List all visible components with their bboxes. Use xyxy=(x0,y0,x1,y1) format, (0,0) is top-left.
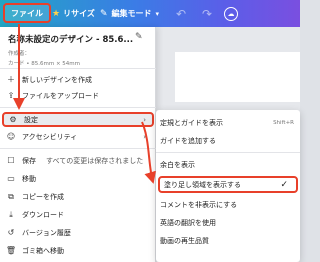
resize-label: リサイズ xyxy=(63,9,95,18)
save-status: すべての変更は保存されました xyxy=(46,156,144,165)
menu-item-label: 新しいデザインを作成 xyxy=(22,75,92,84)
menu-item-label: 保存 xyxy=(22,156,36,165)
copy-icon: ⧉ xyxy=(8,191,14,201)
menu-item-download[interactable]: ⤓ ダウンロード xyxy=(4,207,152,222)
chevron-right-icon: › xyxy=(143,132,146,141)
edit-mode-label: 編集モード xyxy=(111,9,152,18)
submenu-item-label: 塗り足し領域を表示する xyxy=(164,180,241,189)
submenu-item-label: ガイドを追加する xyxy=(160,136,216,145)
accessibility-icon: ☺ xyxy=(6,132,16,141)
menu-item-label: アクセシビリティ xyxy=(22,132,78,141)
author-label: 作成者： xyxy=(8,51,31,57)
trash-icon: 🗑 xyxy=(5,246,17,255)
menu-item-trash[interactable]: 🗑 ゴミ箱へ移動 xyxy=(4,243,152,258)
menu-item-create-new[interactable]: ＋ 新しいデザインを作成 xyxy=(4,72,152,87)
menu-item-label: ファイルをアップロード xyxy=(22,91,99,100)
submenu-item-margins[interactable]: 余白を表示 xyxy=(156,156,300,173)
menu-item-label: ダウンロード xyxy=(22,210,64,219)
submenu-item-hide-comments[interactable]: コメントを非表示にする xyxy=(156,196,300,213)
menu-item-accessibility[interactable]: ☺ アクセシビリティ › xyxy=(4,129,152,144)
settings-icon: ⚙ xyxy=(9,115,17,124)
menu-item-label: ゴミ箱へ移動 xyxy=(22,246,64,255)
download-icon: ⤓ xyxy=(9,209,13,219)
menu-item-upload[interactable]: ⇪ ファイルをアップロード xyxy=(4,88,152,103)
submenu-item-show-bleed[interactable]: 塗り足し領域を表示する ✓ xyxy=(158,176,298,193)
menu-item-copy[interactable]: ⧉ コピーを作成 xyxy=(4,189,152,204)
menu-item-label: バージョン履歴 xyxy=(22,228,71,237)
history-icon: ↺ xyxy=(7,228,15,237)
divider xyxy=(0,107,156,108)
cloud-check-icon: ☁ xyxy=(224,6,238,21)
top-toolbar: ファイル ★ リサイズ ✎ 編集モード ▾ ↶ ↷ ☁ xyxy=(0,0,300,27)
menu-item-label: 設定 xyxy=(24,115,38,124)
undo-icon[interactable]: ↶ xyxy=(176,0,186,27)
design-title[interactable]: 名称未設定のデザイン - 85.6... xyxy=(8,33,133,45)
settings-submenu: 定規とガイドを表示 Shift+R ガイドを追加する 余白を表示 塗り足し領域を… xyxy=(156,110,300,262)
menu-item-label: 移動 xyxy=(22,174,36,183)
folder-icon: ▭ xyxy=(7,174,15,183)
menu-item-settings[interactable]: ⚙ 設定 › xyxy=(2,112,154,127)
redo-icon[interactable]: ↷ xyxy=(202,0,212,27)
cloud-sync-icon[interactable]: ☁ xyxy=(224,0,238,27)
divider xyxy=(156,152,300,153)
resize-button[interactable]: ★ リサイズ xyxy=(52,0,95,27)
plus-icon: ＋ xyxy=(7,75,15,84)
submenu-item-label: コメントを非表示にする xyxy=(160,200,238,209)
file-menu-button[interactable]: ファイル xyxy=(3,3,51,23)
pencil-icon: ✎ xyxy=(100,8,108,19)
checkmark-icon: ✓ xyxy=(280,179,288,190)
design-dimensions: カード • 85.6mm × 54mm xyxy=(8,61,81,67)
divider xyxy=(0,68,156,69)
menu-item-label: コピーを作成 xyxy=(22,192,64,201)
submenu-item-english-translation[interactable]: 英語の翻訳を使用 xyxy=(156,214,300,231)
edit-mode-dropdown[interactable]: ✎ 編集モード ▾ xyxy=(100,0,159,27)
keyboard-shortcut: Shift+R xyxy=(273,119,294,126)
menu-item-version-history[interactable]: ↺ バージョン履歴 xyxy=(4,225,152,240)
divider xyxy=(0,148,156,149)
menu-item-save[interactable]: ☐ 保存 すべての変更は保存されました xyxy=(4,153,152,168)
submenu-item-label: 余白を表示 xyxy=(160,160,195,169)
file-menu-panel: 名称未設定のデザイン - 85.6... ✎ 作成者： カード • 85.6mm… xyxy=(0,27,156,262)
submenu-item-add-guide[interactable]: ガイドを追加する xyxy=(156,132,300,149)
submenu-item-video-quality[interactable]: 動画の再生品質 xyxy=(156,232,300,249)
chevron-right-icon: › xyxy=(143,115,146,124)
design-page[interactable] xyxy=(175,52,300,102)
submenu-item-label: 動画の再生品質 xyxy=(160,236,209,245)
chevron-down-icon: ▾ xyxy=(155,9,160,18)
crown-icon: ★ xyxy=(52,8,61,19)
pencil-edit-icon[interactable]: ✎ xyxy=(135,32,143,42)
menu-item-move[interactable]: ▭ 移動 xyxy=(4,171,152,186)
upload-icon: ⇪ xyxy=(7,91,15,100)
submenu-item-label: 定規とガイドを表示 xyxy=(160,118,223,127)
submenu-item-label: 英語の翻訳を使用 xyxy=(160,218,216,227)
save-icon: ☐ xyxy=(7,156,15,165)
submenu-item-rulers[interactable]: 定規とガイドを表示 Shift+R xyxy=(156,114,300,131)
